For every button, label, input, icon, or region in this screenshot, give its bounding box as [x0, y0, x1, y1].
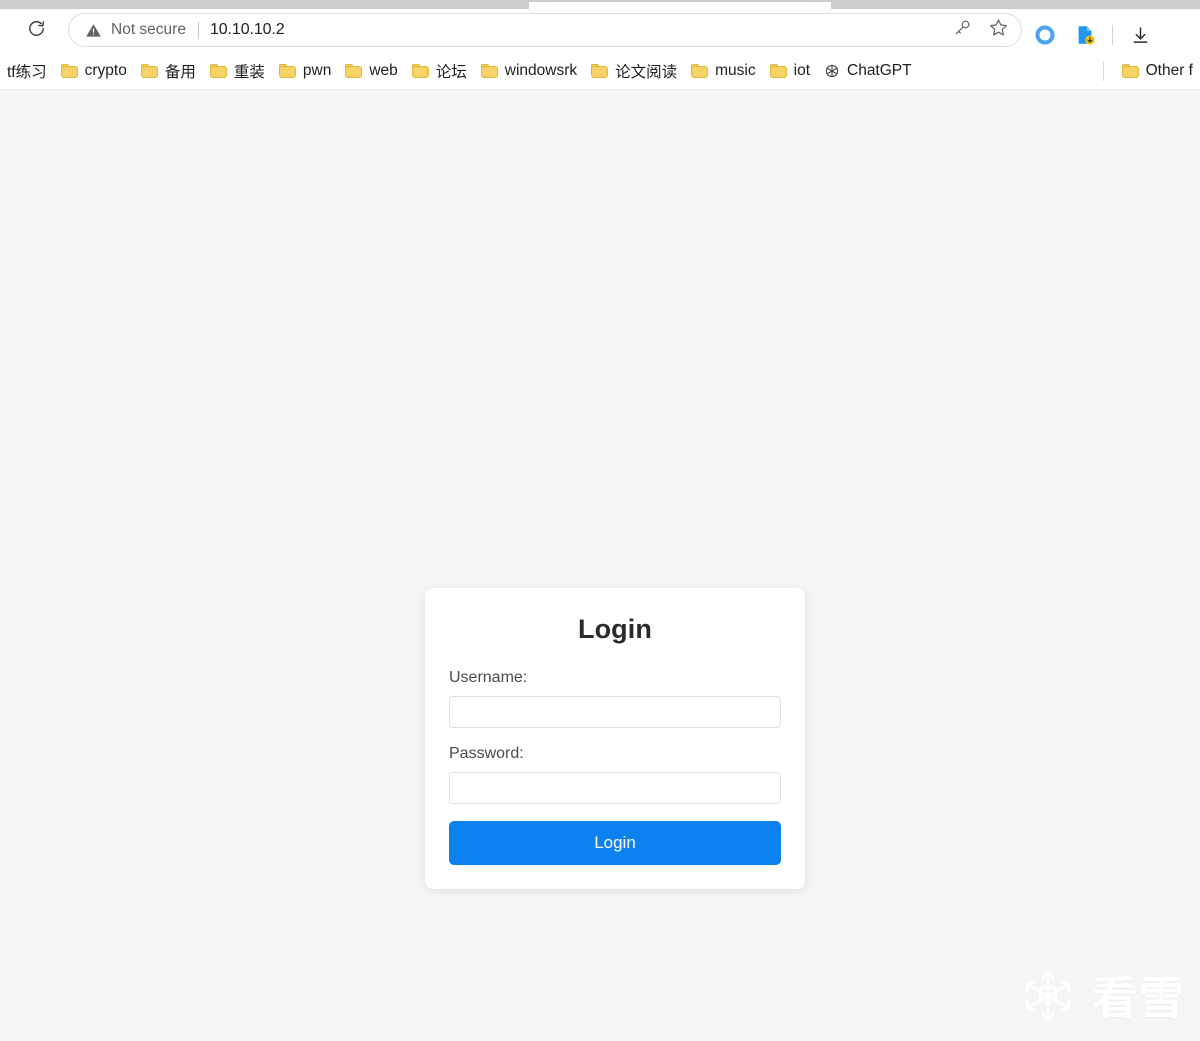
downloads-page-icon[interactable] — [1072, 22, 1098, 48]
bookmark-label: windowsrk — [504, 61, 578, 79]
bookmark-item-chatgpt[interactable]: ChatGPT — [817, 57, 919, 85]
copilot-icon[interactable] — [1032, 22, 1058, 48]
reload-icon — [27, 19, 46, 43]
folder-icon — [591, 63, 609, 78]
bookmark-label: Other f — [1145, 61, 1193, 79]
bookmark-label: tf练习 — [7, 63, 47, 81]
omnibox-divider — [197, 21, 199, 39]
bookmark-label: ChatGPT — [847, 61, 912, 79]
bookmark-item[interactable]: web — [338, 57, 404, 85]
toolbar-divider — [1112, 25, 1113, 45]
bookmark-label: 重装 — [233, 63, 265, 81]
watermark: 看雪 — [1018, 966, 1186, 1031]
browser-window: Not secure 10.10.10.2 tf练习 crypto 备用 重装 … — [0, 0, 1200, 1041]
tab-active[interactable] — [529, 2, 831, 9]
login-submit-button[interactable]: Login — [449, 821, 781, 865]
bookmark-item[interactable]: tf练习 — [0, 57, 54, 85]
bookmark-item[interactable]: 论文阅读 — [584, 57, 684, 85]
download-icon[interactable] — [1127, 22, 1153, 48]
bookmarks-divider — [1102, 60, 1104, 81]
snowflake-icon — [1018, 966, 1078, 1031]
bookmark-other-favorites[interactable]: Other f — [1115, 57, 1200, 85]
folder-icon — [769, 63, 787, 78]
page-viewport: Login Username: Password: Login 看雪 — [0, 89, 1200, 1041]
bookmark-item[interactable]: windowsrk — [474, 57, 584, 85]
folder-icon — [345, 63, 363, 78]
bookmark-item[interactable]: 重装 — [203, 57, 272, 85]
folder-icon — [60, 63, 78, 78]
folder-icon — [209, 63, 227, 78]
page-title: Login — [578, 614, 652, 644]
bookmark-label: 备用 — [164, 63, 196, 81]
folder-icon — [411, 63, 429, 78]
bookmark-label: pwn — [302, 61, 332, 79]
openai-icon — [824, 63, 840, 79]
bookmark-label: 论文阅读 — [615, 63, 678, 81]
password-label: Password: — [449, 745, 524, 762]
folder-icon — [140, 63, 158, 78]
bookmark-item[interactable]: iot — [763, 57, 817, 85]
tab-strip — [0, 0, 1200, 9]
username-input[interactable] — [449, 696, 781, 728]
bookmark-item[interactable]: 备用 — [134, 57, 203, 85]
bookmark-label: crypto — [84, 61, 127, 79]
address-bar[interactable]: Not secure 10.10.10.2 — [68, 13, 1022, 47]
toolbar-right-icons — [1032, 18, 1153, 52]
other-favorites-group: Other f — [1092, 57, 1200, 85]
bookmark-label: web — [369, 61, 398, 79]
login-card: Login Username: Password: Login — [425, 588, 805, 889]
folder-icon — [278, 63, 296, 78]
bookmark-item[interactable]: crypto — [54, 57, 134, 85]
bookmarks-bar: tf练习 crypto 备用 重装 pwn web 论坛 windowsrk 论… — [0, 52, 1200, 89]
folder-icon — [691, 63, 709, 78]
username-label: Username: — [449, 669, 528, 686]
star-icon[interactable] — [988, 17, 1009, 43]
reload-button[interactable] — [21, 16, 51, 46]
url-text: 10.10.10.2 — [209, 21, 285, 38]
watermark-text: 看雪 — [1091, 973, 1186, 1024]
security-status-label: Not secure — [111, 21, 186, 38]
bookmark-item[interactable]: 论坛 — [405, 57, 474, 85]
key-icon[interactable] — [953, 18, 972, 42]
bookmark-item[interactable]: pwn — [272, 57, 338, 85]
browser-toolbar: Not secure 10.10.10.2 — [0, 9, 1200, 52]
bookmark-item[interactable]: music — [684, 57, 762, 85]
bookmark-label: iot — [793, 61, 810, 79]
bookmarks-list: tf练习 crypto 备用 重装 pwn web 论坛 windowsrk 论… — [0, 57, 919, 85]
warning-triangle-icon — [85, 22, 102, 39]
folder-icon — [480, 63, 498, 78]
bookmark-label: music — [715, 61, 756, 79]
folder-icon — [1121, 63, 1139, 78]
password-input[interactable] — [449, 772, 781, 804]
bookmark-label: 论坛 — [435, 63, 467, 81]
omnibox-actions — [953, 17, 1021, 43]
